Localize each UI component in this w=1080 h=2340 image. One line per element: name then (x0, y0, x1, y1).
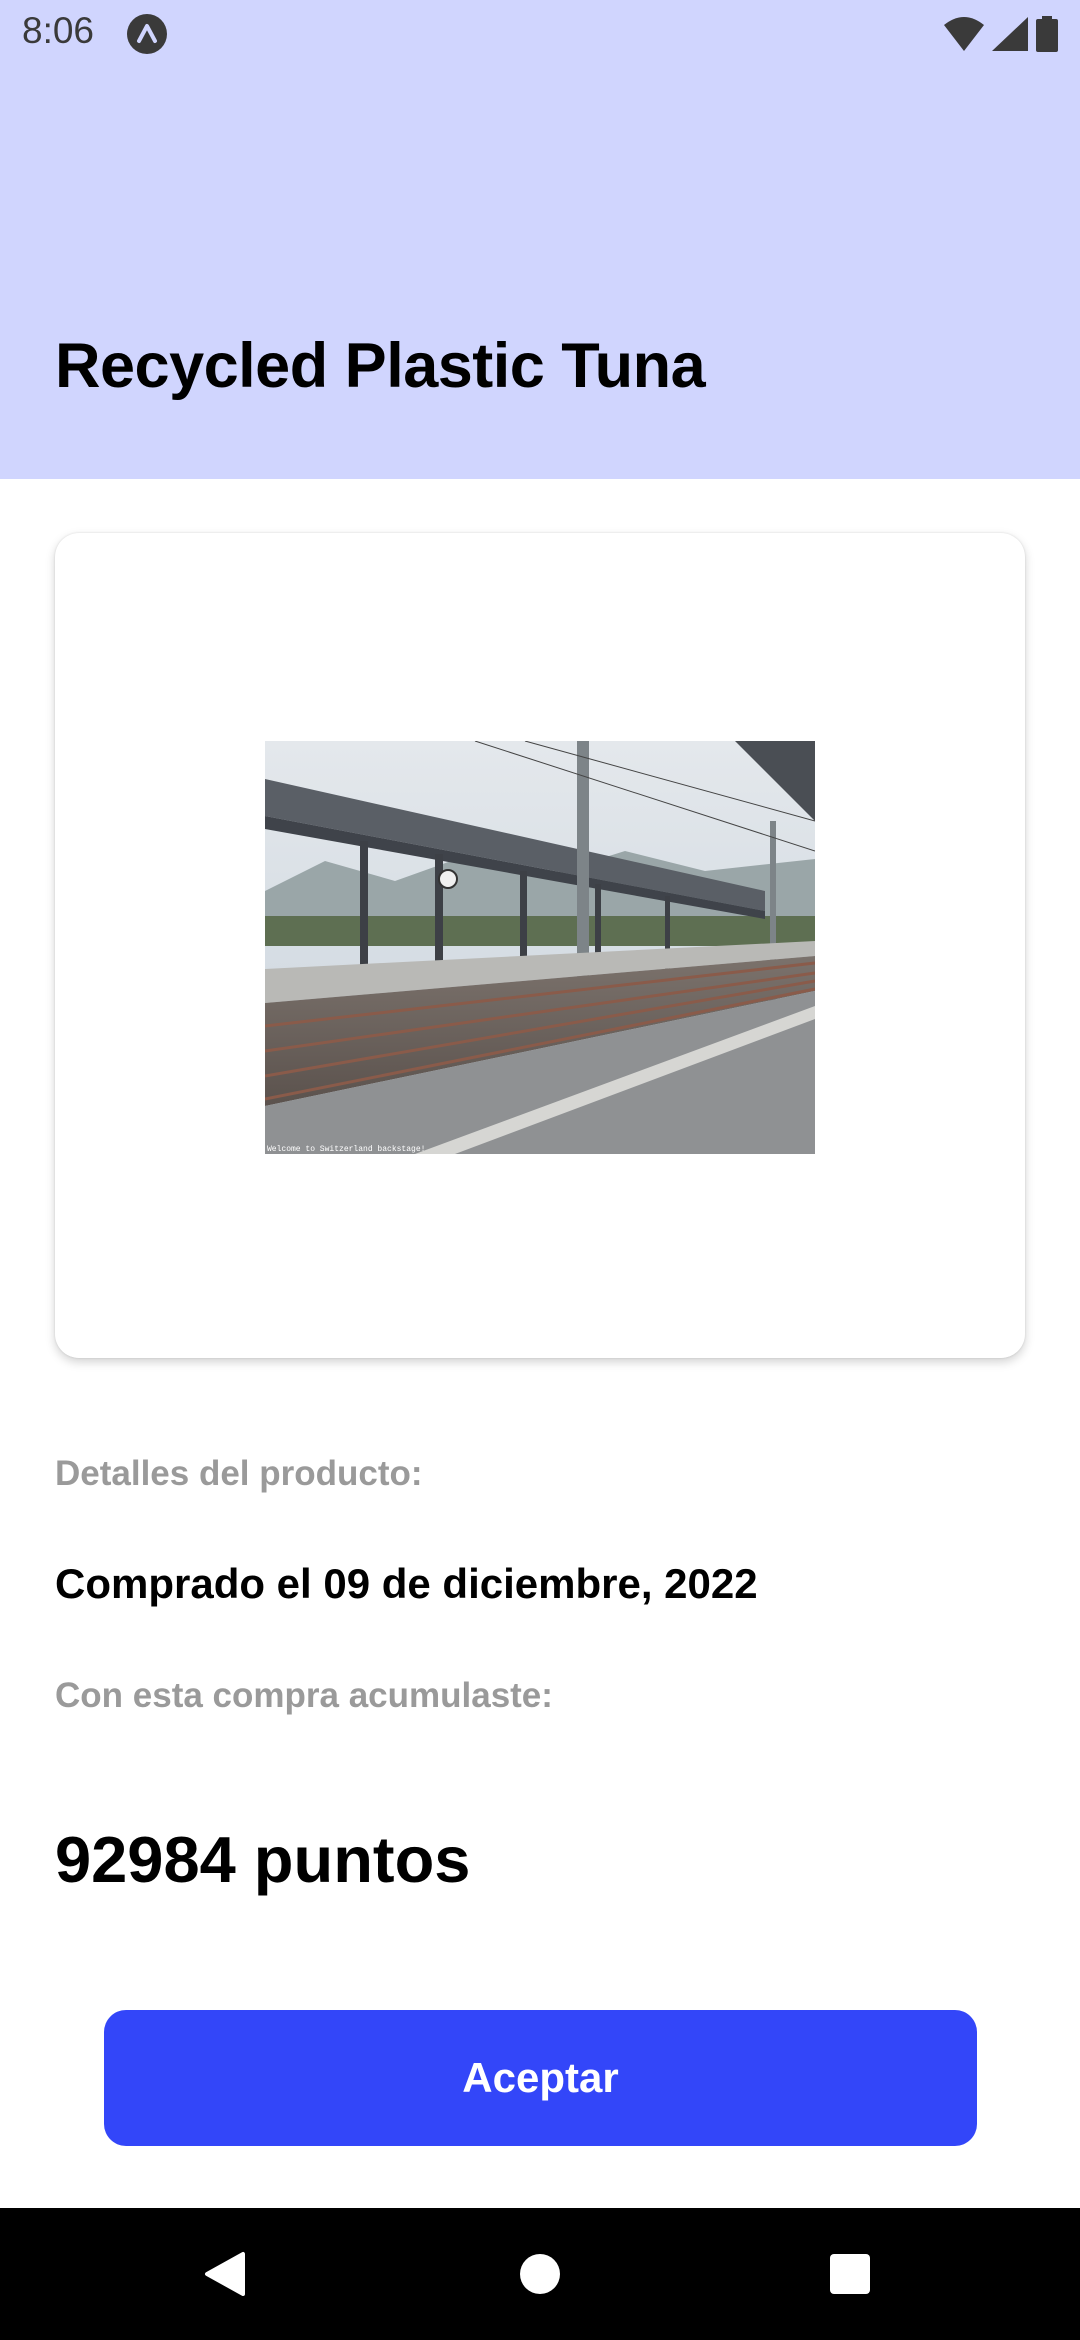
image-caption: Welcome to Switzerland backstage! (267, 1145, 425, 1154)
cell-signal-icon (992, 17, 1028, 51)
app-notification-icon (127, 14, 167, 54)
earned-points-label: Con esta compra acumulaste: (55, 1676, 553, 1715)
home-button[interactable] (480, 2208, 600, 2340)
purchase-date: Comprado el 09 de diciembre, 2022 (55, 1560, 758, 1607)
header: 8:06 Recycled Plastic Tuna (0, 0, 1080, 479)
product-image: Welcome to Switzerland backstage! (265, 741, 815, 1154)
navigation-bar (0, 2208, 1080, 2340)
accept-button[interactable]: Aceptar (104, 2010, 977, 2146)
recents-button[interactable] (790, 2208, 910, 2340)
status-bar: 8:06 (0, 0, 1080, 66)
back-icon (205, 2252, 245, 2296)
page-title: Recycled Plastic Tuna (55, 331, 706, 401)
details-label: Detalles del producto: (55, 1454, 423, 1493)
recents-icon (830, 2254, 870, 2294)
battery-icon (1036, 16, 1058, 52)
product-image-card: Welcome to Switzerland backstage! (55, 533, 1025, 1358)
status-time: 8:06 (22, 10, 95, 51)
home-icon (520, 2254, 560, 2294)
back-button[interactable] (165, 2208, 285, 2340)
points-value: 92984 puntos (55, 1823, 471, 1896)
wifi-icon (944, 17, 984, 51)
status-icons (944, 14, 1058, 54)
